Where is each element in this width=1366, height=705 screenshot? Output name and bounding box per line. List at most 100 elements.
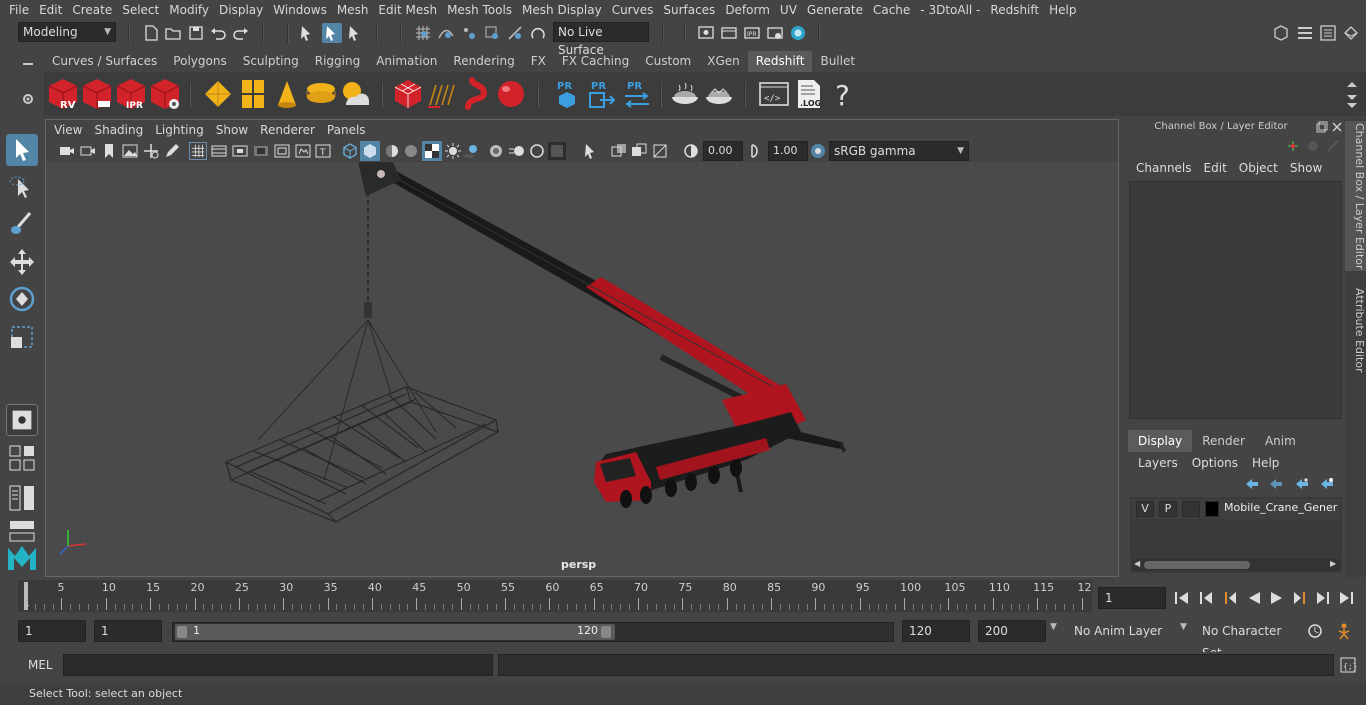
grid-toggle-icon[interactable]	[189, 142, 207, 160]
colorspace-dropdown[interactable]: sRGB gamma ▼	[829, 141, 969, 161]
live-surface-field[interactable]: No Live Surface	[553, 22, 649, 57]
shelf-tab-xgen[interactable]: XGen	[699, 51, 748, 72]
anim-layer-dropdown[interactable]: No Anim Layer	[1068, 620, 1178, 642]
tool-settings-toggle-icon[interactable]	[1319, 24, 1337, 42]
shelf-tab-redshift[interactable]: Redshift	[747, 51, 813, 72]
motion-blur-icon[interactable]	[508, 142, 526, 160]
open-scene-icon[interactable]	[164, 24, 182, 42]
redshift-material-icon[interactable]	[494, 77, 528, 111]
redshift-batch-render-icon[interactable]	[80, 77, 114, 111]
two-d-pan-zoom-icon[interactable]	[142, 142, 160, 160]
scroll-right-icon[interactable]: ▶	[1330, 559, 1336, 568]
layer-playback-toggle[interactable]: P	[1159, 501, 1177, 517]
range-slider[interactable]: 1 120	[172, 622, 894, 642]
viewport-menu-view[interactable]: View	[50, 123, 90, 137]
shelf-tab-bullet[interactable]: Bullet	[812, 51, 863, 72]
chevron-down-icon[interactable]: ▼	[1050, 622, 1057, 632]
gate-mask-icon[interactable]	[252, 142, 270, 160]
new-scene-icon[interactable]	[142, 24, 160, 42]
redshift-bake-set-icon[interactable]	[702, 77, 736, 111]
redshift-scripting-icon[interactable]: </>	[757, 77, 791, 111]
layer-menu-options[interactable]: Options	[1188, 456, 1248, 470]
viewport-menu-lighting[interactable]: Lighting	[151, 123, 212, 137]
auto-key-icon[interactable]	[1306, 622, 1324, 640]
redshift-area-light-icon[interactable]	[201, 77, 235, 111]
channel-menu-edit[interactable]: Edit	[1200, 161, 1235, 175]
viewport-menu-show[interactable]: Show	[212, 123, 256, 137]
modeling-toolkit-icon[interactable]	[1272, 24, 1290, 42]
channel-menu-object[interactable]: Object	[1235, 161, 1286, 175]
play-forwards-icon[interactable]	[1269, 590, 1285, 606]
hyperbolic-icon[interactable]	[1326, 139, 1340, 153]
chevron-down-icon[interactable]: ▼	[1180, 622, 1187, 632]
scale-tool-icon[interactable]	[6, 321, 38, 353]
redshift-proxy-icon[interactable]	[391, 77, 425, 111]
step-back-icon[interactable]	[1198, 590, 1214, 606]
shelf-scroll-arrows-icon[interactable]	[1346, 80, 1358, 110]
anti-aliasing-icon[interactable]	[528, 142, 546, 160]
select-hierarchy-icon[interactable]	[298, 24, 316, 42]
viewport-menu-panels[interactable]: Panels	[323, 123, 374, 137]
lasso-tool-icon[interactable]	[6, 172, 38, 204]
play-backwards-icon[interactable]	[1246, 590, 1262, 606]
menu-generate[interactable]: Generate	[802, 3, 868, 17]
redshift-render-view-icon[interactable]: RV	[46, 77, 80, 111]
current-frame-field[interactable]: 1	[1098, 587, 1166, 609]
menu-mesh[interactable]: Mesh	[332, 3, 374, 17]
textured-icon[interactable]	[422, 141, 442, 161]
layer-color-swatch[interactable]	[1205, 501, 1219, 517]
animation-preferences-icon[interactable]	[1334, 622, 1354, 640]
use-default-material-icon[interactable]	[402, 142, 420, 160]
channel-box-area[interactable]	[1129, 181, 1342, 419]
menu-windows[interactable]: Windows	[268, 3, 332, 17]
step-back-key-icon[interactable]	[1222, 590, 1238, 606]
shadows-icon[interactable]	[462, 142, 480, 160]
move-layer-down-icon[interactable]	[1268, 477, 1284, 491]
menu-create[interactable]: Create	[67, 3, 117, 17]
menu-deform[interactable]: Deform	[720, 3, 775, 17]
menu-cache[interactable]: Cache	[868, 3, 915, 17]
shelf-tab-rigging[interactable]: Rigging	[307, 51, 368, 72]
tab-attribute-editor[interactable]: Attribute Editor	[1345, 285, 1366, 375]
manipulator-icon[interactable]	[1286, 139, 1300, 153]
go-to-end-icon[interactable]	[1338, 590, 1354, 606]
redshift-volume-icon[interactable]	[460, 77, 494, 111]
shelf-settings-gear-icon[interactable]	[21, 92, 35, 106]
shelf-tab-fx[interactable]: FX	[523, 51, 554, 72]
redshift-pr-object-icon[interactable]: PR	[550, 77, 584, 111]
snap-curve-icon[interactable]	[437, 24, 455, 42]
select-component-icon[interactable]	[346, 24, 364, 42]
redshift-pr-convert-icon[interactable]: PR	[620, 77, 654, 111]
channel-menu-channels[interactable]: Channels	[1132, 161, 1200, 175]
tab-channel-box-layer-editor[interactable]: Channel Box / Layer Editor	[1345, 121, 1366, 271]
xray-joints-icon[interactable]	[651, 142, 669, 160]
menu-3dtoall[interactable]: - 3DtoAll -	[915, 3, 985, 17]
render-region-icon[interactable]	[697, 24, 715, 42]
perspective-viewport[interactable]: persp	[46, 158, 1118, 576]
field-chart-icon[interactable]	[273, 142, 291, 160]
shelf-tab-menu-icon[interactable]	[21, 57, 35, 71]
viewport-menu-shading[interactable]: Shading	[90, 123, 151, 137]
layer-tab-anim[interactable]: Anim	[1255, 430, 1306, 452]
redshift-hair-icon[interactable]	[426, 77, 460, 111]
isolate-select-icon[interactable]	[581, 142, 599, 160]
redshift-physical-light-icon[interactable]	[236, 77, 270, 111]
shelf-tab-curves-surfaces[interactable]: Curves / Surfaces	[44, 51, 165, 72]
exposure-field[interactable]: 0.00	[703, 141, 743, 161]
scroll-left-icon[interactable]: ◀	[1134, 559, 1140, 568]
layer-menu-layers[interactable]: Layers	[1134, 456, 1188, 470]
attribute-editor-toggle-icon[interactable]	[1296, 24, 1314, 42]
menu-edit[interactable]: Edit	[34, 3, 67, 17]
select-object-icon[interactable]	[322, 23, 342, 43]
ambient-occlusion-icon[interactable]	[487, 142, 505, 160]
menu-help[interactable]: Help	[1044, 3, 1081, 17]
shelf-tab-polygons[interactable]: Polygons	[165, 51, 234, 72]
move-tool-icon[interactable]	[6, 246, 38, 278]
close-panel-icon[interactable]	[1331, 121, 1343, 133]
four-view-layout-icon[interactable]	[6, 442, 38, 474]
step-forward-key-icon[interactable]	[1292, 590, 1308, 606]
go-to-start-icon[interactable]	[1174, 590, 1190, 606]
layer-tab-render[interactable]: Render	[1192, 430, 1255, 452]
redshift-ipr-icon[interactable]: IPR	[114, 77, 148, 111]
redo-icon[interactable]	[232, 24, 250, 42]
